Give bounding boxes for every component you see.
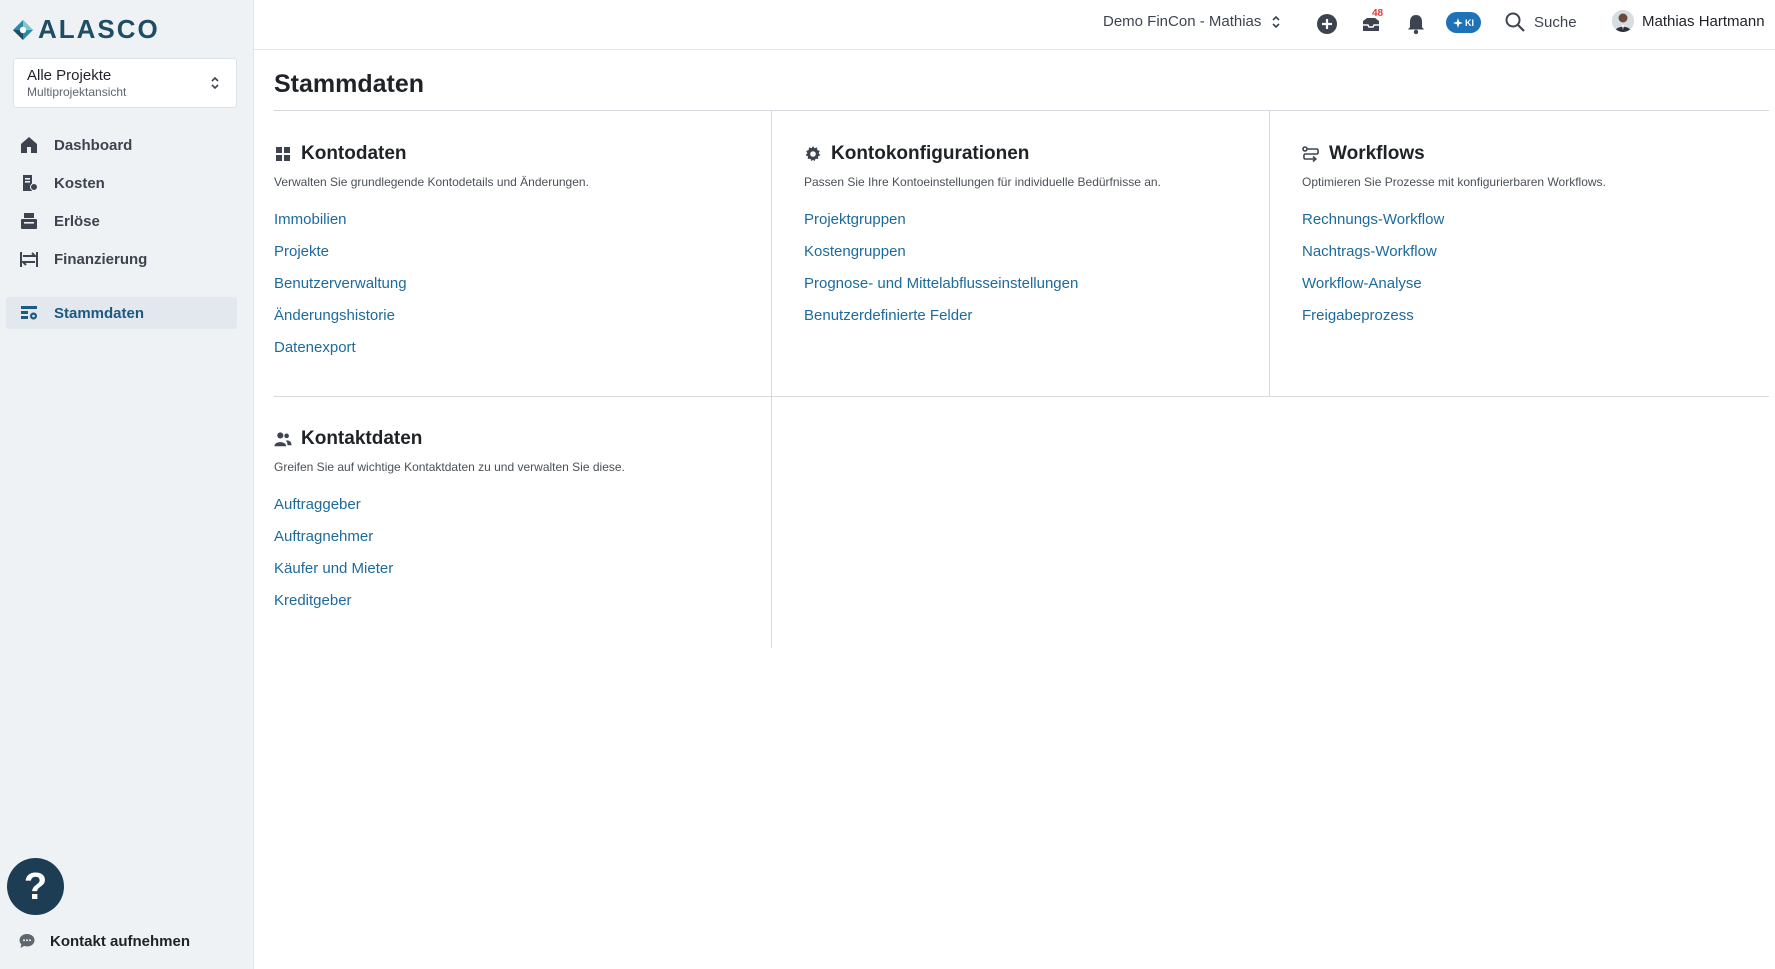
title-divider bbox=[274, 110, 1769, 111]
brand-name: ALASCO bbox=[38, 14, 160, 44]
link-kreditgeber[interactable]: Kreditgeber bbox=[274, 592, 754, 624]
sparkle-icon bbox=[1453, 17, 1463, 28]
user-menu[interactable]: Mathias Hartmann bbox=[1612, 10, 1765, 32]
account-name: Demo FinCon - Mathias bbox=[1103, 13, 1262, 30]
cash-register-icon bbox=[18, 210, 40, 232]
link-benutzerverwaltung[interactable]: Benutzerverwaltung bbox=[274, 275, 754, 307]
link-datenexport[interactable]: Datenexport bbox=[274, 339, 754, 371]
add-button[interactable] bbox=[1314, 11, 1340, 37]
link-workflow-analyse[interactable]: Workflow-Analyse bbox=[1302, 275, 1752, 307]
contact-label: Kontakt aufnehmen bbox=[50, 932, 191, 950]
contacts-icon bbox=[274, 430, 292, 448]
help-button[interactable]: ? bbox=[7, 858, 64, 915]
up-down-chevron-icon bbox=[211, 76, 219, 90]
project-selector[interactable]: Alle Projekte Multiprojektansicht bbox=[13, 58, 237, 108]
section-header: Kontaktdaten bbox=[274, 428, 754, 450]
link-rechnungs-workflow[interactable]: Rechnungs-Workflow bbox=[1302, 211, 1752, 243]
sidebar-item-label: Kosten bbox=[54, 174, 105, 192]
link-projektgruppen[interactable]: Projektgruppen bbox=[804, 211, 1254, 243]
section-title: Kontokonfigurationen bbox=[831, 143, 1030, 164]
section-header: Kontokonfigurationen bbox=[804, 143, 1254, 165]
section-title: Kontaktdaten bbox=[301, 428, 423, 449]
sidebar-item-label: Dashboard bbox=[54, 136, 133, 154]
sidebar-item-kosten[interactable]: Kosten bbox=[6, 167, 237, 199]
column-divider bbox=[771, 111, 772, 648]
section-links: Immobilien Projekte Benutzerverwaltung Ä… bbox=[274, 211, 754, 371]
receipt-icon bbox=[18, 172, 40, 194]
home-icon bbox=[18, 134, 40, 156]
project-selector-subtitle: Multiprojektansicht bbox=[27, 85, 127, 99]
row-divider bbox=[274, 396, 1769, 397]
section-title: Workflows bbox=[1329, 143, 1425, 164]
sidebar: ALASCO Alle Projekte Multiprojektansicht… bbox=[0, 0, 254, 969]
sidebar-item-label: Finanzierung bbox=[54, 250, 148, 268]
section-links: Auftraggeber Auftragnehmer Käufer und Mi… bbox=[274, 496, 754, 624]
top-header: Demo FinCon - Mathias 48 KI Suche Mathia… bbox=[254, 0, 1775, 50]
section-title: Kontodaten bbox=[301, 143, 407, 164]
link-benutzerdefinierte-felder[interactable]: Benutzerdefinierte Felder bbox=[804, 307, 1254, 339]
section-links: Projektgruppen Kostengruppen Prognose- u… bbox=[804, 211, 1254, 339]
section-header: Workflows bbox=[1302, 143, 1752, 165]
exchange-icon bbox=[18, 248, 40, 270]
section-description: Verwalten Sie grundlegende Kontodetails … bbox=[274, 175, 589, 189]
gear-icon bbox=[804, 145, 822, 163]
link-prognose-einstellungen[interactable]: Prognose- und Mittelabflusseinstellungen bbox=[804, 275, 1254, 307]
contact-button[interactable]: Kontakt aufnehmen bbox=[18, 932, 190, 950]
section-workflows: Workflows Optimieren Sie Prozesse mit ko… bbox=[1302, 143, 1752, 339]
avatar bbox=[1612, 10, 1634, 32]
notifications-button[interactable] bbox=[1403, 11, 1429, 37]
grid-icon bbox=[274, 145, 292, 163]
project-selector-title: Alle Projekte bbox=[27, 67, 112, 84]
sidebar-item-finanzierung[interactable]: Finanzierung bbox=[6, 243, 237, 275]
settings-table-icon bbox=[18, 302, 40, 324]
section-links: Rechnungs-Workflow Nachtrags-Workflow Wo… bbox=[1302, 211, 1752, 339]
link-kaeufer-und-mieter[interactable]: Käufer und Mieter bbox=[274, 560, 754, 592]
sidebar-item-erloese[interactable]: Erlöse bbox=[6, 205, 237, 237]
user-name: Mathias Hartmann bbox=[1642, 12, 1765, 30]
sidebar-item-stammdaten[interactable]: Stammdaten bbox=[6, 297, 237, 329]
link-immobilien[interactable]: Immobilien bbox=[274, 211, 754, 243]
link-aenderungshistorie[interactable]: Änderungshistorie bbox=[274, 307, 754, 339]
search-label: Suche bbox=[1534, 13, 1577, 31]
section-description: Optimieren Sie Prozesse mit konfigurierb… bbox=[1302, 175, 1606, 189]
search-button[interactable]: Suche bbox=[1504, 11, 1577, 33]
link-nachtrags-workflow[interactable]: Nachtrags-Workflow bbox=[1302, 243, 1752, 275]
inbox-count-badge: 48 bbox=[1372, 8, 1384, 19]
sidebar-nav: Dashboard Kosten Erlöse Finanzierung Sta… bbox=[6, 129, 237, 335]
account-selector[interactable]: Demo FinCon - Mathias bbox=[1103, 13, 1281, 30]
help-symbol: ? bbox=[23, 865, 48, 908]
sidebar-item-label: Stammdaten bbox=[54, 304, 145, 322]
search-icon bbox=[1505, 12, 1525, 32]
section-header: Kontodaten bbox=[274, 143, 754, 165]
link-kostengruppen[interactable]: Kostengruppen bbox=[804, 243, 1254, 275]
ki-label: KI bbox=[1465, 17, 1474, 28]
section-kontokonfigurationen: Kontokonfigurationen Passen Sie Ihre Kon… bbox=[804, 143, 1254, 339]
workflow-icon bbox=[1302, 145, 1320, 163]
sidebar-item-dashboard[interactable]: Dashboard bbox=[6, 129, 237, 161]
bell-icon bbox=[1408, 15, 1424, 35]
section-kontodaten: Kontodaten Verwalten Sie grundlegende Ko… bbox=[274, 143, 754, 371]
up-down-chevron-icon bbox=[1272, 15, 1280, 28]
sidebar-item-label: Erlöse bbox=[54, 212, 100, 230]
column-divider bbox=[1269, 111, 1270, 396]
inbox-button[interactable]: 48 bbox=[1358, 8, 1384, 37]
alasco-logo[interactable]: ALASCO bbox=[12, 14, 160, 45]
page-title: Stammdaten bbox=[274, 70, 425, 98]
link-auftraggeber[interactable]: Auftraggeber bbox=[274, 496, 754, 528]
link-projekte[interactable]: Projekte bbox=[274, 243, 754, 275]
chat-bubble-icon bbox=[19, 934, 35, 948]
section-description: Passen Sie Ihre Kontoeinstellungen für i… bbox=[804, 175, 1161, 189]
section-kontaktdaten: Kontaktdaten Greifen Sie auf wichtige Ko… bbox=[274, 428, 754, 624]
link-freigabeprozess[interactable]: Freigabeprozess bbox=[1302, 307, 1752, 339]
link-auftragnehmer[interactable]: Auftragnehmer bbox=[274, 528, 754, 560]
section-description: Greifen Sie auf wichtige Kontaktdaten zu… bbox=[274, 460, 625, 474]
plus-circle-icon bbox=[1317, 14, 1337, 34]
ki-assistant-button[interactable]: KI bbox=[1446, 12, 1481, 33]
alasco-logo-mark-icon bbox=[13, 19, 33, 40]
